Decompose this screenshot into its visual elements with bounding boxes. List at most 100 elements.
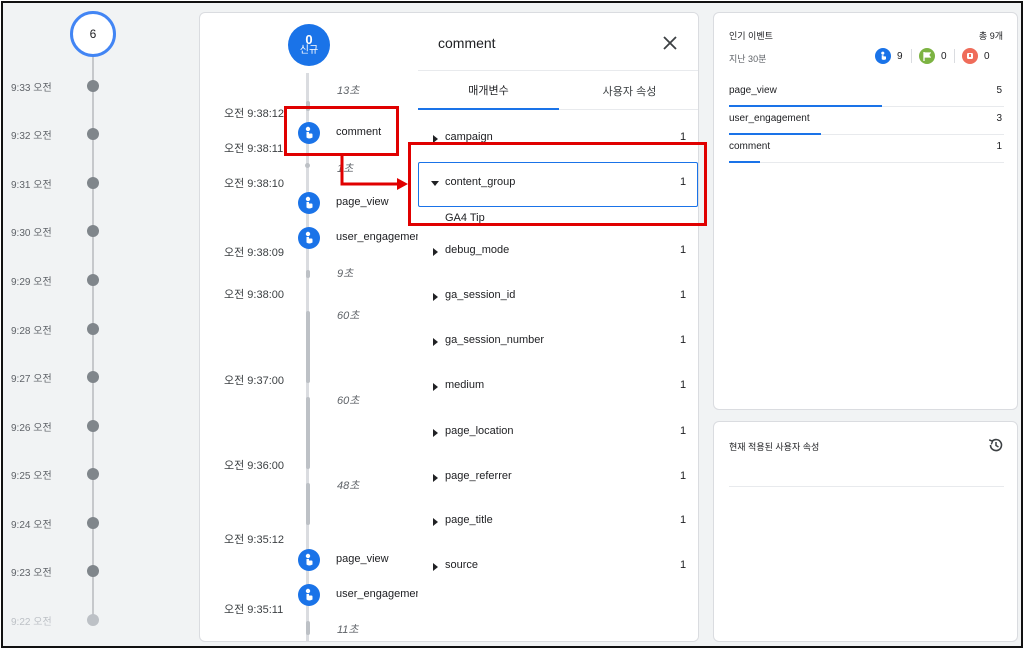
param-count: 1 bbox=[680, 334, 687, 346]
param-count: 1 bbox=[680, 470, 687, 482]
minute-dot[interactable] bbox=[87, 614, 99, 626]
timestamp: 오전 9:38:11 bbox=[224, 143, 284, 155]
history-icon[interactable] bbox=[987, 436, 1005, 454]
event-stream-panel: 0 신규 13초 1초 9초 60초 60초 48초 11초 오전 9:38:1… bbox=[199, 12, 699, 642]
param-count: 1 bbox=[680, 559, 687, 571]
minute-row[interactable]: 9:28 오전 bbox=[3, 320, 193, 340]
user-properties-title: 현재 적용된 사용자 속성 bbox=[729, 442, 820, 452]
gap-label: 13초 bbox=[337, 85, 360, 97]
minute-row[interactable]: 9:25 오전 bbox=[3, 465, 193, 485]
minute-dot[interactable] bbox=[87, 565, 99, 577]
timestamp: 오전 9:36:00 bbox=[224, 460, 284, 472]
gap-bar bbox=[306, 621, 310, 635]
event-detail-pane: comment 매개변수 사용자 속성 campaign 1 content_gr… bbox=[418, 13, 698, 641]
event-name: page_view bbox=[336, 196, 389, 208]
timestamp: 오전 9:38:00 bbox=[224, 289, 284, 301]
param-row[interactable]: ga_session_id 1 bbox=[418, 283, 698, 313]
minute-row[interactable]: 9:22 오전 bbox=[3, 611, 193, 631]
gap-label: 60초 bbox=[337, 310, 360, 322]
minute-row[interactable]: 9:23 오전 bbox=[3, 562, 193, 582]
top-events-period: 지난 30분 bbox=[729, 54, 767, 64]
top-event-bar bbox=[729, 133, 821, 135]
counter-errors[interactable]: 0 bbox=[962, 47, 990, 65]
minute-label: 9:31 오전 bbox=[11, 180, 52, 191]
top-event-bar bbox=[729, 161, 760, 163]
user-event-icon bbox=[298, 549, 320, 571]
timestamp: 오전 9:38:09 bbox=[224, 247, 284, 259]
param-row[interactable]: source 1 bbox=[418, 553, 698, 583]
minute-dot[interactable] bbox=[87, 128, 99, 140]
tab-parameters[interactable]: 매개변수 bbox=[418, 71, 559, 110]
minute-top-count[interactable]: 6 bbox=[70, 11, 116, 57]
gap-bar bbox=[306, 311, 310, 383]
minute-dot[interactable] bbox=[87, 420, 99, 432]
flag-icon bbox=[919, 48, 935, 64]
minute-dot[interactable] bbox=[87, 80, 99, 92]
expand-arrow-icon bbox=[433, 338, 438, 346]
event-item-user-engagement[interactable]: user_engagement bbox=[298, 584, 438, 606]
close-button[interactable] bbox=[658, 31, 682, 55]
tab-user-properties[interactable]: 사용자 속성 bbox=[559, 71, 698, 110]
minute-row[interactable]: 9:32 오전 bbox=[3, 125, 193, 145]
stream-dot bbox=[305, 163, 310, 168]
top-event-name: page_view bbox=[729, 85, 777, 96]
minute-dot[interactable] bbox=[87, 371, 99, 383]
param-name: medium bbox=[445, 379, 485, 391]
minute-row[interactable]: 9:24 오전 bbox=[3, 514, 193, 534]
gap-bar bbox=[306, 270, 310, 278]
expand-arrow-icon bbox=[433, 518, 438, 526]
event-name: page_view bbox=[336, 553, 389, 565]
param-row[interactable]: page_referrer 1 bbox=[418, 464, 698, 494]
param-row[interactable]: medium 1 bbox=[418, 373, 698, 403]
minute-label: 9:24 오전 bbox=[11, 520, 52, 531]
minute-row[interactable]: 9:31 오전 bbox=[3, 174, 193, 194]
top-events-title: 인기 이벤트 bbox=[729, 31, 773, 41]
minute-dot[interactable] bbox=[87, 468, 99, 480]
new-events-label: 신규 bbox=[299, 45, 319, 56]
minute-dot[interactable] bbox=[87, 177, 99, 189]
timestamp: 오전 9:35:11 bbox=[224, 604, 284, 616]
expand-arrow-icon bbox=[433, 293, 438, 301]
user-event-icon bbox=[298, 227, 320, 249]
event-item-user-engagement[interactable]: user_engagement bbox=[298, 227, 438, 249]
minute-dot[interactable] bbox=[87, 274, 99, 286]
minute-dot[interactable] bbox=[87, 323, 99, 335]
expand-arrow-icon bbox=[433, 383, 438, 391]
param-row[interactable]: ga_session_number 1 bbox=[418, 328, 698, 358]
counter-events[interactable]: 9 bbox=[875, 47, 903, 65]
top-event-row[interactable]: comment 1 bbox=[729, 137, 1004, 163]
param-row[interactable]: page_title 1 bbox=[418, 508, 698, 538]
top-event-count: 1 bbox=[996, 141, 1002, 152]
expand-arrow-icon bbox=[433, 474, 438, 482]
minute-row[interactable]: 9:26 오전 bbox=[3, 417, 193, 437]
detail-tabs: 매개변수 사용자 속성 bbox=[418, 70, 698, 110]
minute-row[interactable]: 9:33 오전 bbox=[3, 77, 193, 97]
event-item-page-view[interactable]: page_view bbox=[298, 549, 438, 571]
top-event-row[interactable]: user_engagement 3 bbox=[729, 109, 1004, 135]
gap-bar bbox=[306, 483, 310, 525]
user-event-icon bbox=[298, 192, 320, 214]
new-events-badge[interactable]: 0 신규 bbox=[288, 24, 330, 66]
minute-row[interactable]: 9:29 오전 bbox=[3, 271, 193, 291]
minute-dot[interactable] bbox=[87, 225, 99, 237]
param-name: page_referrer bbox=[445, 470, 512, 482]
minute-label: 9:23 오전 bbox=[11, 568, 52, 579]
minute-label: 9:30 오전 bbox=[11, 228, 52, 239]
param-count: 1 bbox=[680, 289, 687, 301]
param-name: page_location bbox=[445, 425, 514, 437]
annotation-box-comment bbox=[284, 106, 399, 156]
param-row[interactable]: debug_mode 1 bbox=[418, 238, 698, 268]
param-row[interactable]: page_location 1 bbox=[418, 419, 698, 449]
minute-top-count-label: 6 bbox=[89, 27, 97, 41]
minute-row[interactable]: 9:27 오전 bbox=[3, 368, 193, 388]
param-count: 1 bbox=[680, 379, 687, 391]
top-event-row[interactable]: page_view 5 bbox=[729, 81, 1004, 107]
top-event-name: user_engagement bbox=[729, 113, 810, 124]
expand-arrow-icon bbox=[433, 429, 438, 437]
minute-row[interactable]: 9:30 오전 bbox=[3, 222, 193, 242]
expand-arrow-icon bbox=[433, 563, 438, 571]
minute-dot[interactable] bbox=[87, 517, 99, 529]
counter-conversions[interactable]: 0 bbox=[919, 47, 947, 65]
top-events-total: 총 9개 bbox=[978, 31, 1003, 41]
minute-label: 9:27 오전 bbox=[11, 374, 52, 385]
